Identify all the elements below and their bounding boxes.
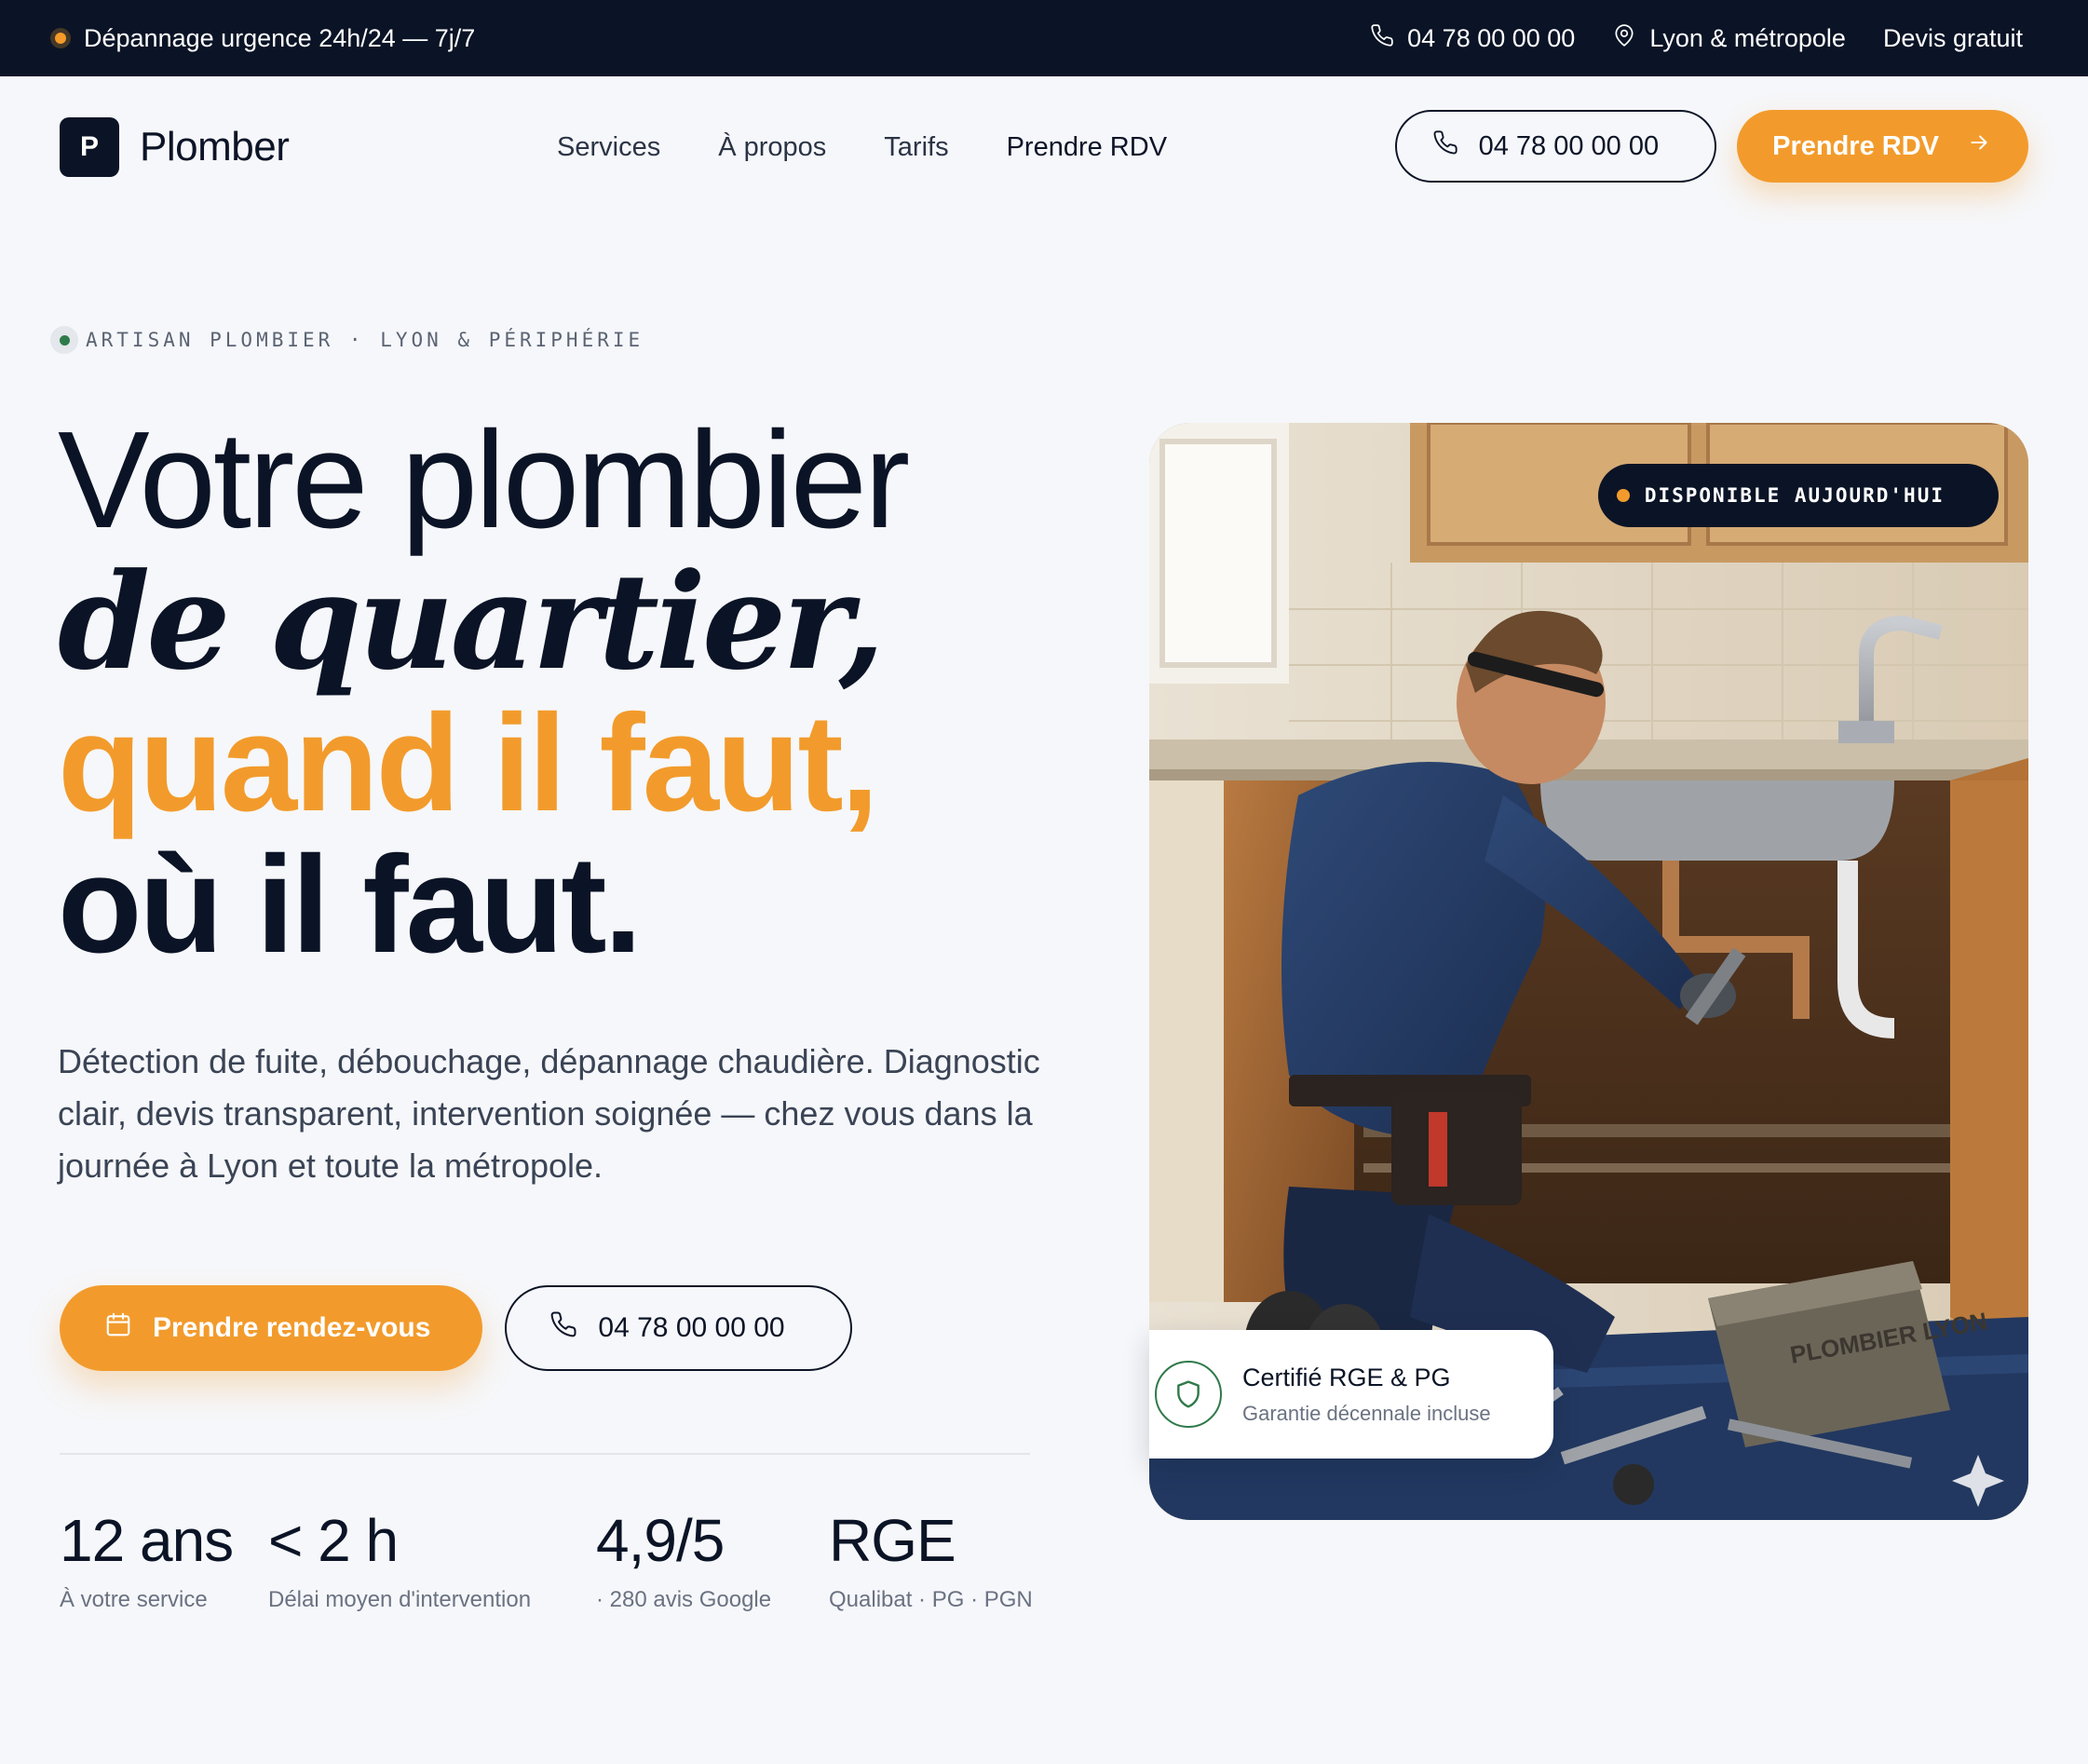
headline-line-3: quand il faut, [58, 686, 879, 840]
nav-about[interactable]: À propos [718, 132, 826, 163]
stat-experience: 12 ans À votre service [60, 1507, 234, 1613]
hero-lead: Détection de fuite, débouchage, dépannag… [58, 1042, 1040, 1185]
logo[interactable]: P Plomber [60, 117, 290, 177]
hero-phone-button[interactable]: 04 78 00 00 00 [505, 1285, 852, 1371]
stat-label: À votre service [60, 1587, 208, 1612]
phone-icon [1370, 23, 1394, 54]
top-announcement-bar: Dépannage urgence 24h/24 — 7j/7 04 78 00… [0, 0, 2088, 76]
header-phone-label: 04 78 00 00 00 [1478, 130, 1660, 161]
stat-label: Qualibat · PG · PGN [829, 1587, 1033, 1612]
phone-icon [1432, 129, 1458, 163]
availability-badge: DISPONIBLE AUJOURD'HUI [1597, 464, 1999, 527]
topbar-location: Lyon & métropole [1612, 23, 1846, 54]
availability-dot [1616, 489, 1630, 502]
topbar-phone-link[interactable]: 04 78 00 00 00 [1370, 23, 1575, 54]
stat-label: · 280 avis Google [596, 1587, 772, 1612]
emergency-notice: Dépannage urgence 24h/24 — 7j/7 [50, 24, 475, 53]
stat-value: < 2 h [268, 1507, 399, 1574]
cert-title: Certifié RGE & PG [1242, 1363, 1451, 1391]
availability-text: DISPONIBLE AUJOURD'HUI [1644, 484, 1945, 507]
cert-subtitle: Garantie décennale incluse [1242, 1401, 1491, 1425]
stat-certification: RGE Qualibat · PG · PGN [829, 1507, 1033, 1613]
eyebrow-text: ARTISAN PLOMBIER · LYON & PÉRIPHÉRIE [86, 329, 644, 351]
topbar-phone-text: 04 78 00 00 00 [1407, 23, 1576, 52]
phone-icon [549, 1310, 577, 1346]
headline-line-1: Votre plombier [58, 403, 910, 557]
book-appointment-label: Prendre rendez-vous [153, 1312, 431, 1343]
shield-icon [1155, 1361, 1222, 1428]
headline-line-2: de quartier, [58, 545, 885, 699]
hero-headline: Votre plombier de quartier, quand il fau… [58, 403, 910, 982]
site-header: P Plomber Services À propos Tarifs Prend… [0, 76, 2088, 218]
brand-name: Plomber [140, 124, 290, 170]
hero-eyebrow: ARTISAN PLOMBIER · LYON & PÉRIPHÉRIE [50, 326, 644, 354]
emergency-text: Dépannage urgence 24h/24 — 7j/7 [84, 23, 476, 52]
hero-cta-row: Prendre rendez-vous 04 78 00 00 00 [60, 1285, 852, 1371]
header-book-label: Prendre RDV [1772, 130, 1939, 161]
stat-rating: 4,9/5 · 280 avis Google [596, 1507, 771, 1613]
stat-label: Délai moyen d'intervention [268, 1587, 532, 1612]
topbar-location-text: Lyon & métropole [1649, 23, 1846, 52]
nav-book[interactable]: Prendre RDV [1007, 132, 1167, 163]
calendar-icon [104, 1310, 132, 1346]
nav-services[interactable]: Services [557, 132, 660, 163]
stat-value: 12 ans [60, 1507, 234, 1574]
status-dot [50, 28, 71, 48]
arrow-right-icon [1967, 130, 1991, 162]
hero-phone-label: 04 78 00 00 00 [598, 1312, 785, 1343]
stat-value: 4,9/5 [596, 1507, 725, 1574]
certification-card: Certifié RGE & PG Garantie décennale inc… [1149, 1330, 1553, 1459]
stats-divider [60, 1453, 1030, 1455]
eyebrow-dot [50, 326, 78, 354]
headline-line-4: où il faut. [58, 828, 643, 982]
logo-mark: P [60, 117, 119, 177]
stat-response-time: < 2 h Délai moyen d'intervention [268, 1507, 531, 1613]
main-nav: Services À propos Tarifs Prendre RDV [557, 76, 1225, 218]
header-phone-button[interactable]: 04 78 00 00 00 [1394, 110, 1717, 183]
map-pin-icon [1612, 23, 1636, 54]
nav-pricing[interactable]: Tarifs [884, 132, 948, 163]
stat-value: RGE [829, 1507, 956, 1574]
book-appointment-button[interactable]: Prendre rendez-vous [60, 1285, 483, 1371]
free-quote-link[interactable]: Devis gratuit [1883, 24, 2023, 53]
header-book-button[interactable]: Prendre RDV [1737, 110, 2028, 183]
